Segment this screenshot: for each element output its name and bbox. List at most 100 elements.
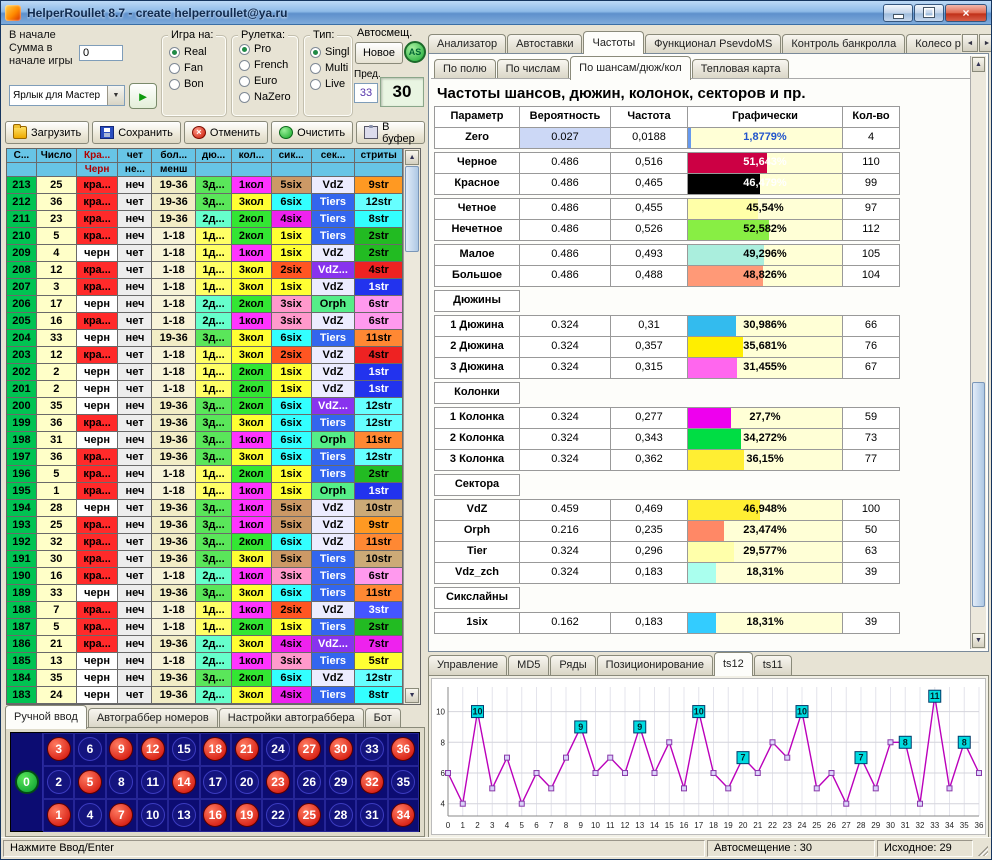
history-row[interactable]: 18324чернчет19-362д...3кол4sixTiers8str [7,687,403,704]
roulette-number-9[interactable]: 9 [109,737,133,761]
radio-french[interactable]: French [239,57,298,73]
roulette-number-1[interactable]: 1 [47,803,71,827]
start-sum-input[interactable] [79,45,123,61]
roulette-number-25[interactable]: 25 [297,803,321,827]
roulette-number-21[interactable]: 21 [235,737,259,761]
roulette-number-24[interactable]: 24 [266,737,290,761]
roulette-number-18[interactable]: 18 [203,737,227,761]
roulette-number-4[interactable]: 4 [78,803,102,827]
scroll-down-icon[interactable]: ▼ [405,688,419,703]
roulette-number-15[interactable]: 15 [172,737,196,761]
history-row[interactable]: 20812кра...чет1-181д...3кол2sixVdZ...4st… [7,262,403,279]
master-shortcut-combo[interactable]: Ярлык для Мастер ▼ [9,85,125,106]
frequencies-row[interactable]: 3 Дюжина0.3240,31531,455%67 [435,358,903,379]
history-row[interactable]: 19130кра...чет19-363д...3кол5sixTiers10s… [7,551,403,568]
roulette-number-2[interactable]: 2 [47,770,71,794]
scroll-up-icon[interactable]: ▲ [405,150,419,165]
roulette-number-22[interactable]: 22 [266,803,290,827]
roulette-number-11[interactable]: 11 [141,770,165,794]
history-row[interactable]: 18513черннеч1-182д...1кол3sixTiers5str [7,653,403,670]
roulette-number-6[interactable]: 6 [78,737,102,761]
scroll-up-icon[interactable]: ▲ [972,57,985,72]
roulette-number-12[interactable]: 12 [141,737,165,761]
history-row[interactable]: 21123кра...неч19-362д...2кол4sixTiers8st… [7,211,403,228]
history-row[interactable]: 19736кра...чет19-363д...3кол6sixTiers12s… [7,449,403,466]
roulette-number-17[interactable]: 17 [203,770,227,794]
frequencies-row[interactable]: 1 Колонка0.3240,27727,7%59 [435,408,903,429]
roulette-number-3[interactable]: 3 [47,737,71,761]
roulette-number-30[interactable]: 30 [329,737,353,761]
history-row[interactable]: 2094чернчет1-181д...1кол1sixVdZ2str [7,245,403,262]
history-scroll-thumb[interactable] [405,166,419,252]
input-tab-1[interactable]: Автограббер номеров [88,708,218,728]
frequencies-row[interactable]: Черное0.4860,51651,643%110 [435,153,903,174]
chart-tab-0[interactable]: Управление [428,655,507,675]
history-row[interactable]: 19428чернчет19-363д...1кол5sixVdZ10str [7,500,403,517]
radio-singl[interactable]: Singl [310,44,352,60]
roulette-number-31[interactable]: 31 [360,803,384,827]
history-row[interactable]: 20516кра...чет1-182д...1кол3sixVdZ6str [7,313,403,330]
freq-tab-0[interactable]: По полю [434,59,496,79]
main-tab-0[interactable]: Анализатор [428,34,506,54]
main-tab-4[interactable]: Контроль банкролла [782,34,905,54]
undo-button[interactable]: Отменить [184,121,268,144]
history-row[interactable]: 19831черннеч19-363д...1кол6sixOrph11str [7,432,403,449]
frequencies-row[interactable]: 3 Колонка0.3240,36236,15%77 [435,450,903,471]
history-row[interactable]: 1887кра...неч1-181д...1кол2sixVdZ3str [7,602,403,619]
radio-multi[interactable]: Multi [310,60,352,76]
history-row[interactable]: 2105кра...неч1-181д...2кол1sixTiers2str [7,228,403,245]
roulette-number-28[interactable]: 28 [329,803,353,827]
history-scrollbar[interactable]: ▲ ▼ [403,149,420,704]
roulette-number-36[interactable]: 36 [391,737,415,761]
history-row[interactable]: 21236кра...чет19-363д...3кол6sixTiers12s… [7,194,403,211]
freq-tab-1[interactable]: По числам [497,59,570,79]
history-row[interactable]: 2022чернчет1-181д...2кол1sixVdZ1str [7,364,403,381]
history-row[interactable]: 2012чернчет1-181д...2кол1sixVdZ1str [7,381,403,398]
history-row[interactable]: 2073кра...неч1-181д...3кол1sixVdZ1str [7,279,403,296]
roulette-number-14[interactable]: 14 [172,770,196,794]
roulette-number-16[interactable]: 16 [203,803,227,827]
frequencies-row[interactable]: Нечетное0.4860,52652,582%112 [435,220,903,241]
roulette-number-5[interactable]: 5 [78,770,102,794]
history-row[interactable]: 20433черннеч19-363д...3кол6sixTiers11str [7,330,403,347]
to-buffer-button[interactable]: В буфер [356,121,425,144]
history-row[interactable]: 18933черннеч19-363д...3кол6sixTiers11str [7,585,403,602]
roulette-number-7[interactable]: 7 [109,803,133,827]
as-indicator[interactable]: AS [404,41,426,63]
roulette-number-27[interactable]: 27 [297,737,321,761]
resize-grip[interactable] [975,840,989,857]
close-button[interactable]: × [945,4,987,22]
frequencies-row[interactable]: VdZ0.4590,46946,948%100 [435,500,903,521]
history-row[interactable]: 1951кра...неч1-181д...1кол1sixOrph1str [7,483,403,500]
frequencies-row[interactable]: Vdz_zch0.3240,18318,31%39 [435,563,903,584]
input-tab-0[interactable]: Ручной ввод [5,705,87,729]
history-row[interactable]: 20312кра...чет1-181д...3кол2sixVdZ4str [7,347,403,364]
roulette-number-26[interactable]: 26 [297,770,321,794]
main-tab-1[interactable]: Автоставки [507,34,582,54]
history-row[interactable]: 19016кра...чет1-182д...1кол3sixTiers6str [7,568,403,585]
tab-scroll-right-icon[interactable]: ► [979,34,992,52]
frequencies-scroll-thumb[interactable] [972,382,985,607]
frequencies-row[interactable]: Tier0.3240,29629,577%63 [435,542,903,563]
play-button[interactable]: ► [129,83,157,109]
history-row[interactable]: 1875кра...неч1-181д...2кол1sixTiers2str [7,619,403,636]
frequencies-row[interactable]: 1 Дюжина0.3240,3130,986%66 [435,316,903,337]
history-row[interactable]: 21325кра...неч19-363д...1кол5sixVdZ9str [7,177,403,194]
frequencies-row[interactable]: Красное0.4860,46546,479%99 [435,174,903,195]
chart-tab-4[interactable]: ts12 [714,652,753,676]
freq-tab-3[interactable]: Тепловая карта [692,59,790,79]
main-tab-3[interactable]: Функционал PsevdoMS [645,34,781,54]
history-row[interactable]: 18435черннеч19-363д...2кол6sixVdZ12str [7,670,403,687]
main-tab-2[interactable]: Частоты [583,31,644,54]
roulette-number-32[interactable]: 32 [360,770,384,794]
radio-live[interactable]: Live [310,76,352,92]
frequencies-row[interactable]: Большое0.4860,48848,826%104 [435,266,903,287]
tab-scroll-left-icon[interactable]: ◄ [962,34,978,52]
radio-real[interactable]: Real [169,44,226,60]
history-row[interactable]: 19325кра...неч19-363д...1кол5sixVdZ9str [7,517,403,534]
new-button[interactable]: Новое [355,42,403,64]
history-row[interactable]: 20035черннеч19-363д...2кол6sixVdZ...12st… [7,398,403,415]
history-row[interactable]: 20617черннеч1-182д...2кол3sixOrph6str [7,296,403,313]
chart-tab-1[interactable]: MD5 [508,655,549,675]
roulette-number-35[interactable]: 35 [391,770,415,794]
